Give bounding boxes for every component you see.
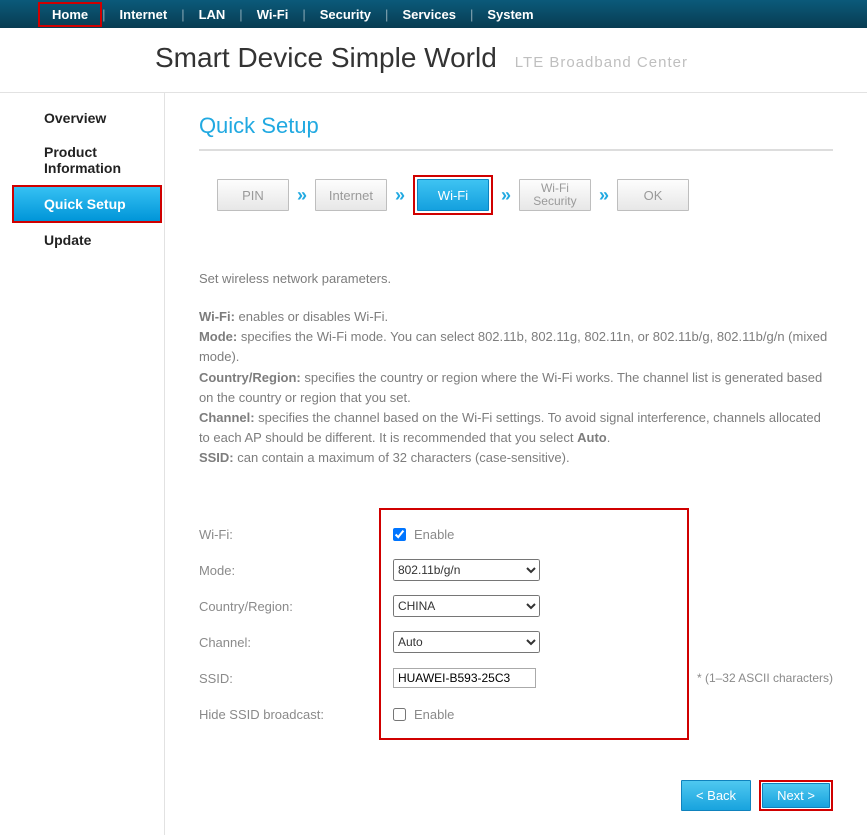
back-button[interactable]: < Back xyxy=(681,780,751,811)
label-hide-ssid: Hide SSID broadcast: xyxy=(199,696,379,732)
desc-mode: Mode: specifies the Wi-Fi mode. You can … xyxy=(199,327,833,367)
label-country: Country/Region: xyxy=(199,588,379,624)
channel-select[interactable]: Auto xyxy=(393,631,540,653)
nav-home[interactable]: Home xyxy=(38,2,102,27)
description-block: Set wireless network parameters. Wi-Fi: … xyxy=(199,269,833,468)
nav-lan[interactable]: LAN xyxy=(185,7,240,22)
divider xyxy=(199,149,833,151)
sidebar-item-quick-setup[interactable]: Quick Setup xyxy=(14,187,160,221)
hide-ssid-enable-label: Enable xyxy=(414,707,454,722)
page-title: Quick Setup xyxy=(199,113,833,139)
nav-sep: | xyxy=(102,7,105,22)
wifi-enable-label: Enable xyxy=(414,527,454,542)
nav-sep: | xyxy=(302,7,305,22)
step-pin[interactable]: PIN xyxy=(217,179,289,211)
nav-wifi[interactable]: Wi-Fi xyxy=(243,7,303,22)
label-wifi: Wi-Fi: xyxy=(199,516,379,552)
brand-bar: Smart Device Simple World LTE Broadband … xyxy=(0,28,867,92)
nav-services[interactable]: Services xyxy=(388,7,470,22)
desc-country: Country/Region: specifies the country or… xyxy=(199,368,833,408)
ssid-hint: * (1–32 ASCII characters) xyxy=(697,660,833,696)
mode-select[interactable]: 802.11b/g/n xyxy=(393,559,540,581)
form-area: Wi-Fi: Mode: Country/Region: Channel: SS… xyxy=(199,508,833,740)
step-wifi-security[interactable]: Wi-Fi Security xyxy=(519,179,591,211)
step-internet[interactable]: Internet xyxy=(315,179,387,211)
ssid-input[interactable] xyxy=(393,668,536,688)
bottom-actions: < Back Next > xyxy=(199,780,833,811)
sidebar-item-product-info[interactable]: Product Information xyxy=(0,135,162,185)
country-select[interactable]: CHINA xyxy=(393,595,540,617)
content-area: Quick Setup PIN » Internet » Wi-Fi » Wi-… xyxy=(165,93,867,835)
label-channel: Channel: xyxy=(199,624,379,660)
nav-security[interactable]: Security xyxy=(306,7,385,22)
inputs-column: Enable 802.11b/g/n CHINA Auto Enable xyxy=(379,508,689,740)
chevron-right-icon: » xyxy=(499,185,513,206)
nav-sep: | xyxy=(181,7,184,22)
desc-channel: Channel: specifies the channel based on … xyxy=(199,408,833,448)
label-mode: Mode: xyxy=(199,552,379,588)
sidebar: Overview Product Information Quick Setup… xyxy=(0,93,165,835)
brand-main: Smart Device Simple World xyxy=(155,42,497,74)
stepper: PIN » Internet » Wi-Fi » Wi-Fi Security … xyxy=(217,175,833,215)
desc-intro: Set wireless network parameters. xyxy=(199,269,833,289)
hide-ssid-checkbox[interactable] xyxy=(393,708,406,721)
labels-column: Wi-Fi: Mode: Country/Region: Channel: SS… xyxy=(199,508,379,740)
step-ok[interactable]: OK xyxy=(617,179,689,211)
sidebar-item-update[interactable]: Update xyxy=(0,223,162,257)
step-wifi[interactable]: Wi-Fi xyxy=(417,179,489,211)
chevron-right-icon: » xyxy=(597,185,611,206)
nav-sep: | xyxy=(385,7,388,22)
desc-wifi: Wi-Fi: enables or disables Wi-Fi. xyxy=(199,307,833,327)
hints-column: * (1–32 ASCII characters) xyxy=(689,508,833,740)
sidebar-item-overview[interactable]: Overview xyxy=(0,101,162,135)
nav-sep: | xyxy=(470,7,473,22)
desc-ssid: SSID: can contain a maximum of 32 charac… xyxy=(199,448,833,468)
brand-sub: LTE Broadband Center xyxy=(515,54,688,71)
top-nav: Home | Internet | LAN | Wi-Fi | Security… xyxy=(0,0,867,28)
next-button[interactable]: Next > xyxy=(762,783,830,808)
label-ssid: SSID: xyxy=(199,660,379,696)
chevron-right-icon: » xyxy=(295,185,309,206)
chevron-right-icon: » xyxy=(393,185,407,206)
wifi-enable-checkbox[interactable] xyxy=(393,528,406,541)
nav-internet[interactable]: Internet xyxy=(106,7,182,22)
nav-system[interactable]: System xyxy=(473,7,547,22)
nav-sep: | xyxy=(239,7,242,22)
